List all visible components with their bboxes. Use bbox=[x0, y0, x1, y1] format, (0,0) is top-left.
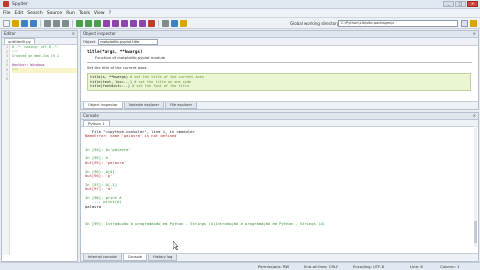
console-tab-python[interactable]: Python 1 bbox=[83, 120, 110, 126]
main-toolbar: Global working directory C:\Python\Lib\s… bbox=[0, 18, 480, 29]
debug-icon[interactable] bbox=[103, 19, 110, 27]
doc-summary: Set the title of the current axes. bbox=[87, 65, 148, 70]
console-pane-title: Console ✕ bbox=[81, 113, 478, 120]
function-signature: title(*args, **kwargs) bbox=[87, 49, 143, 54]
maximize-button[interactable]: □ bbox=[455, 1, 466, 7]
menu-search[interactable]: Search bbox=[27, 11, 42, 16]
editor-tab-row: untitled0.py bbox=[2, 38, 77, 45]
inspector-pane-title: Object inspector ✕ bbox=[81, 31, 478, 38]
close-icon[interactable]: ✕ bbox=[72, 31, 75, 37]
new-file-icon[interactable] bbox=[3, 19, 10, 27]
scrollbar-thumb[interactable] bbox=[474, 221, 477, 243]
title-bar: Spyder _ □ ✕ bbox=[0, 0, 480, 9]
editor-pane-title: Editor ✕ bbox=[2, 31, 77, 38]
tab-history-log[interactable]: History log bbox=[148, 254, 178, 261]
status-eol: End-of-lines: CRLF bbox=[304, 264, 339, 269]
tab-object-inspector[interactable]: Object inspector bbox=[83, 102, 123, 109]
working-directory-label: Global working directory bbox=[290, 21, 340, 26]
close-icon[interactable]: ✕ bbox=[473, 113, 476, 119]
documentation-view: title(*args, **kwargs) Function of matpl… bbox=[81, 46, 478, 94]
maximize-pane-icon[interactable] bbox=[180, 19, 187, 27]
browse-directory-button[interactable] bbox=[461, 20, 468, 27]
menu-source[interactable]: Source bbox=[47, 11, 62, 16]
object-label: Object bbox=[83, 39, 96, 44]
tab-file-explorer[interactable]: File explorer bbox=[165, 102, 198, 109]
run-config-icon[interactable] bbox=[85, 19, 92, 27]
menu-file[interactable]: File bbox=[3, 11, 11, 16]
run-selection-icon[interactable] bbox=[94, 19, 101, 27]
function-description: Function of matplotlib.pyplot module bbox=[95, 55, 166, 60]
console-pane: Console ✕ Python 1 File "<ipython-console… bbox=[80, 112, 479, 262]
spyder-app-icon bbox=[3, 1, 9, 7]
window-controls: _ □ ✕ bbox=[443, 1, 478, 7]
status-bar: Permissions: RW End-of-lines: CRLF Encod… bbox=[0, 262, 480, 270]
working-directory-input[interactable]: C:\Python\Lib\site-packages\s bbox=[338, 20, 458, 27]
console-line: In [99]: Introdução à programação em Pyt… bbox=[85, 221, 326, 227]
stop-icon[interactable] bbox=[148, 19, 155, 27]
redo-icon[interactable] bbox=[62, 19, 69, 27]
menu-run[interactable]: Run bbox=[66, 11, 75, 16]
menu-edit[interactable]: Edit bbox=[15, 11, 24, 16]
settings-icon[interactable] bbox=[162, 19, 169, 27]
step-icon[interactable] bbox=[112, 19, 119, 27]
editor-tab-file[interactable]: untitled0.py bbox=[4, 38, 35, 44]
save-all-icon[interactable] bbox=[30, 19, 37, 27]
toolbar-separator bbox=[158, 19, 159, 27]
save-icon[interactable] bbox=[21, 19, 28, 27]
example-box: title(s, **kwargs) # set the title of th… bbox=[87, 73, 471, 91]
example-line: title(fontdict=...) # set the font of th… bbox=[90, 84, 190, 89]
close-icon[interactable]: ✕ bbox=[473, 31, 476, 37]
open-file-icon[interactable] bbox=[12, 19, 19, 27]
divider bbox=[87, 62, 472, 63]
menu-bar: File Edit Search Source Run Tools View ? bbox=[0, 9, 480, 18]
run-icon[interactable] bbox=[76, 19, 83, 27]
python-path-icon[interactable] bbox=[171, 19, 178, 27]
step-return-icon[interactable] bbox=[130, 19, 137, 27]
console-tab-bar: Internal console Console History log bbox=[81, 253, 478, 261]
toolbar-separator bbox=[40, 19, 41, 27]
inspector-search-row: Object matplotlib.pyplot.title bbox=[81, 38, 478, 46]
undo-icon[interactable] bbox=[53, 19, 60, 27]
status-encoding: Encoding: UTF-8 bbox=[353, 264, 385, 269]
tab-variable-explorer[interactable]: Variable explorer bbox=[123, 102, 165, 109]
close-button[interactable]: ✕ bbox=[467, 1, 478, 7]
menu-view[interactable]: View bbox=[94, 11, 105, 16]
parent-directory-button[interactable] bbox=[470, 20, 477, 27]
step-into-icon[interactable] bbox=[121, 19, 128, 27]
object-search-input[interactable]: matplotlib.pyplot.title bbox=[98, 38, 159, 45]
tab-internal-console[interactable]: Internal console bbox=[83, 254, 122, 261]
status-permissions: Permissions: RW bbox=[258, 264, 290, 269]
minimize-button[interactable]: _ bbox=[443, 1, 454, 7]
console-tab-row: Python 1 bbox=[81, 120, 478, 127]
print-icon[interactable] bbox=[44, 19, 51, 27]
object-inspector-pane: Object inspector ✕ Object matplotlib.pypl… bbox=[80, 30, 479, 110]
console-output[interactable]: File "<ipython-console>", line 1, in <mo… bbox=[81, 127, 478, 253]
toolbar-separator bbox=[72, 19, 73, 27]
code-lines: # -*- coding: utf-8 -*- """ Created on W… bbox=[10, 45, 77, 255]
menu-help[interactable]: ? bbox=[109, 11, 111, 16]
code-area[interactable]: 1 2 3 4 5 6 7 8 # -*- coding: utf-8 -*- … bbox=[2, 45, 77, 255]
continue-icon[interactable] bbox=[139, 19, 146, 27]
status-column: Column: 1 bbox=[440, 264, 460, 269]
menu-tools[interactable]: Tools bbox=[79, 11, 90, 16]
inspector-tab-bar: Object inspector Variable explorer File … bbox=[81, 101, 478, 109]
tab-console[interactable]: Console bbox=[122, 254, 148, 261]
status-line: Line: 6 bbox=[410, 264, 423, 269]
screen-frame: Spyder _ □ ✕ File Edit Search Source Run… bbox=[0, 0, 480, 270]
editor-pane: Editor ✕ untitled0.py 1 2 3 4 5 6 7 8 # -… bbox=[1, 30, 78, 262]
console-scrollbar[interactable] bbox=[474, 121, 477, 247]
line-number-gutter: 1 2 3 4 5 6 7 8 bbox=[2, 45, 10, 255]
mouse-cursor-icon bbox=[173, 241, 178, 250]
window-title: Spyder bbox=[12, 1, 28, 7]
spyder-window: Spyder _ □ ✕ File Edit Search Source Run… bbox=[0, 0, 480, 270]
